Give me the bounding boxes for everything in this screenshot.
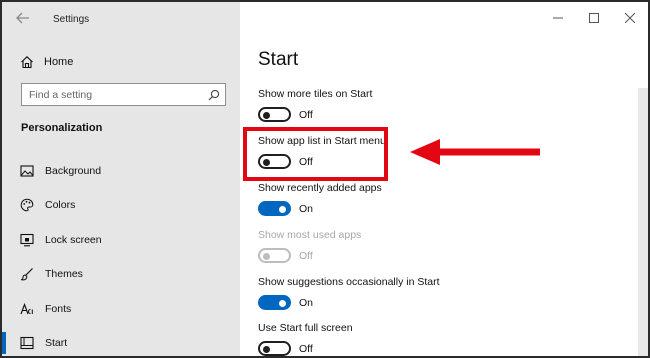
setting-title: Show recently added apps [258,182,382,194]
setting-title: Use Start full screen [258,322,353,334]
section-heading: Personalization [21,122,103,134]
recently-added-toggle[interactable] [258,201,291,216]
window-controls [540,2,648,34]
search-icon [208,89,220,101]
back-arrow-icon [16,12,29,24]
palette-icon [20,198,34,212]
setting-title: Show suggestions occasionally in Start [258,276,440,288]
sidebar-item-fonts[interactable]: Fonts [20,300,71,318]
sidebar-item-colors[interactable]: Colors [20,196,75,214]
setting-suggestions: Show suggestions occasionally in Start O… [258,276,440,310]
annotation-arrow-icon [406,136,540,168]
setting-title: Show most used apps [258,229,362,241]
toggle-state: Off [299,108,313,121]
full-screen-toggle[interactable] [258,341,291,356]
minimize-button[interactable] [540,2,576,34]
toggle-state: On [299,296,314,309]
start-icon [20,336,34,350]
close-icon [625,13,635,23]
sidebar-item-start[interactable]: Start [2,332,68,354]
settings-window: Settings Home Find a setting Personaliza… [2,2,648,356]
setting-title: Show more tiles on Start [258,88,373,100]
most-used-toggle [258,248,291,263]
setting-recently-added: Show recently added apps On [258,182,382,216]
setting-most-used: Show most used apps Off [258,229,361,263]
toggle-knob [279,205,286,213]
sidebar-item-label: Lock screen [45,234,102,246]
back-button[interactable] [16,12,32,26]
font-icon [20,302,33,315]
toggle-knob [263,111,270,119]
toggle-knob [263,345,270,353]
toggle-state: On [299,202,314,215]
sidebar: Settings Home Find a setting Personaliza… [2,2,240,356]
toggle-state: Off [299,249,313,262]
setting-more-tiles: Show more tiles on Start Off [258,88,372,122]
setting-full-screen: Use Start full screen Off [258,322,353,356]
search-placeholder: Find a setting [29,89,93,101]
maximize-icon [589,13,599,23]
search-input[interactable]: Find a setting [21,83,226,106]
sidebar-item-label: Colors [45,199,76,211]
lock-screen-icon [20,233,34,247]
scrollbar[interactable] [638,88,648,356]
home-link[interactable]: Home [20,54,73,70]
app-title: Settings [53,14,90,25]
sidebar-item-label: Start [45,337,68,349]
sidebar-item-background[interactable]: Background [20,162,101,180]
toggle-knob [263,252,270,260]
sidebar-item-label: Background [45,165,102,177]
maximize-button[interactable] [576,2,612,34]
minimize-icon [553,17,563,19]
toggle-state: Off [299,342,313,355]
home-icon [21,56,33,69]
page-title: Start [258,49,299,70]
annotation-highlight-box [243,127,388,181]
sidebar-item-label: Themes [45,268,83,280]
toggle-knob [279,299,286,307]
more-tiles-toggle[interactable] [258,107,291,122]
suggestions-toggle[interactable] [258,295,291,310]
picture-icon [20,165,34,177]
sidebar-item-themes[interactable]: Themes [20,265,83,283]
sidebar-item-label: Fonts [45,303,72,315]
brush-icon [20,268,33,281]
sidebar-item-lock-screen[interactable]: Lock screen [20,231,102,249]
home-label: Home [44,56,74,68]
close-button[interactable] [612,2,648,34]
